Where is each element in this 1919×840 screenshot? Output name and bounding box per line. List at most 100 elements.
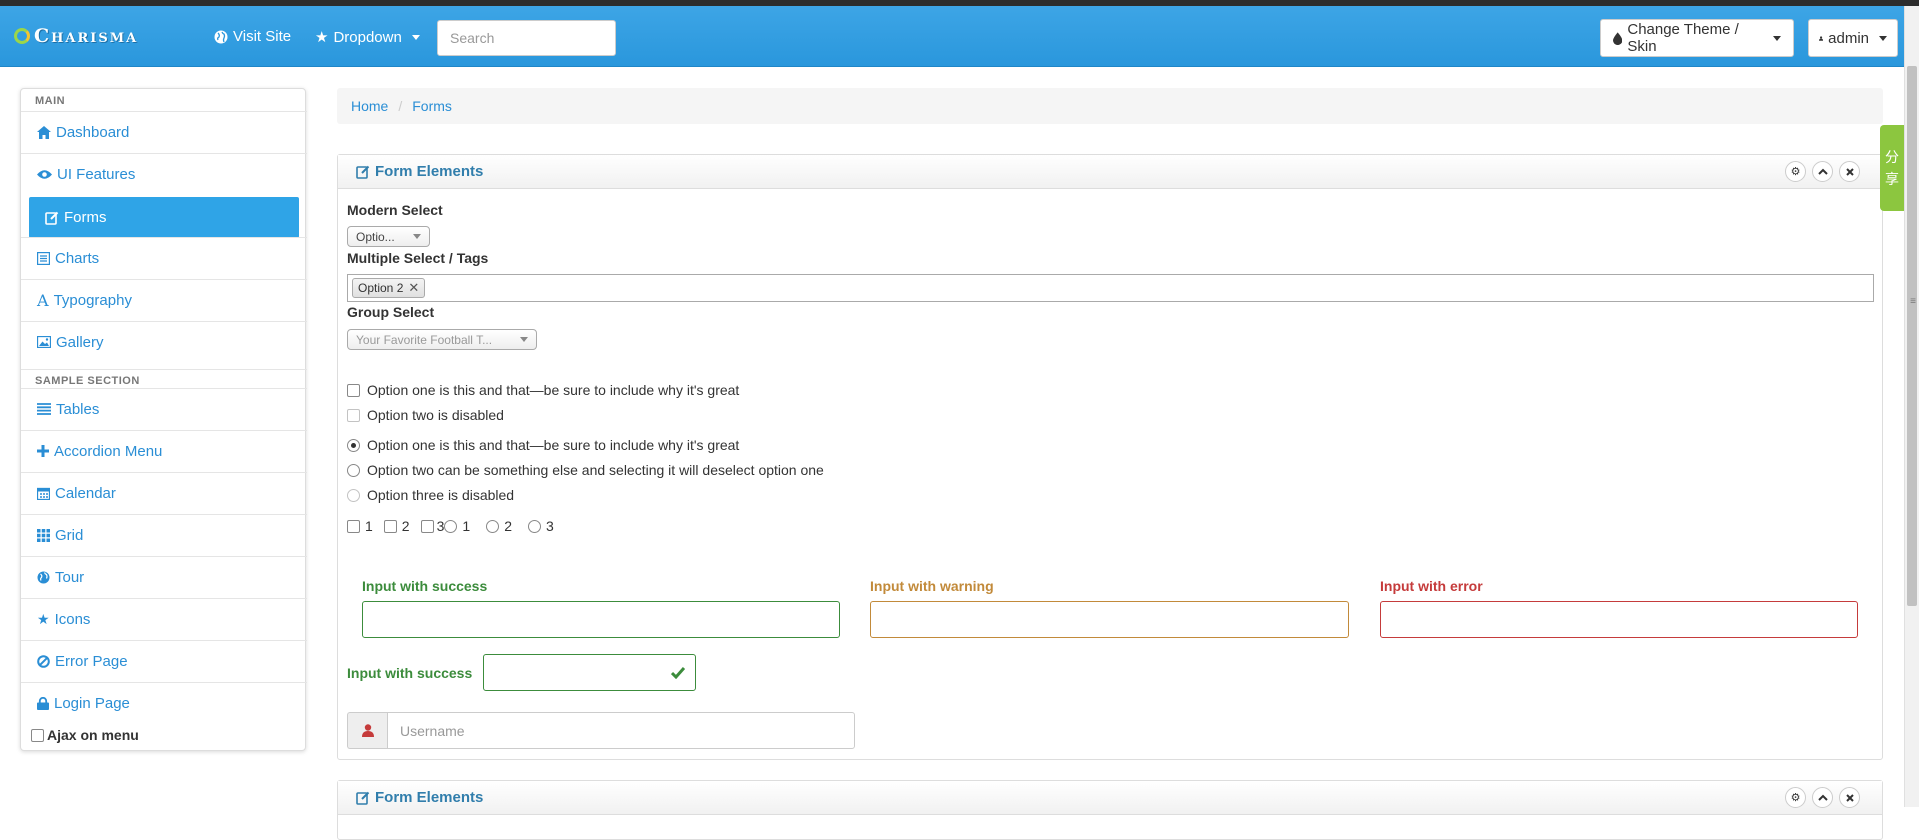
dropdown-label: Dropdown — [333, 28, 402, 46]
inline-radio-label: 2 — [504, 518, 512, 534]
inline-radio-3[interactable] — [527, 519, 541, 533]
scrollbar-thumb[interactable] — [1907, 66, 1917, 606]
edit-icon — [356, 791, 370, 805]
ajax-menu-label: Ajax on menu — [47, 727, 139, 743]
plus-icon — [37, 445, 49, 457]
sidebar-item-label: Accordion Menu — [54, 442, 163, 460]
radio-option-one[interactable]: Option one is this and that—be sure to i… — [347, 437, 739, 453]
sidebar-item-dashboard[interactable]: Dashboard — [21, 111, 307, 152]
error-label: Input with error — [1380, 578, 1483, 594]
sidebar-item-gallery[interactable]: Gallery — [21, 321, 307, 362]
inline-radio-1[interactable] — [444, 519, 458, 533]
inline-checkbox-3[interactable] — [420, 519, 434, 533]
select-arrow-icon — [520, 337, 528, 342]
visit-site-link[interactable]: Visit Site — [214, 28, 291, 45]
sidebar-item-tables[interactable]: Tables — [21, 388, 307, 429]
inline-radio-2[interactable] — [486, 519, 500, 533]
form-elements-box-2: Form Elements ⚙ — [337, 780, 1883, 840]
radio-option-two[interactable]: Option two can be something else and sel… — [347, 462, 824, 478]
select-arrow-icon — [413, 234, 421, 239]
sidebar-main-header: MAIN — [35, 95, 66, 107]
sidebar-item-calendar[interactable]: Calendar — [21, 472, 307, 513]
dropdown-menu[interactable]: ★ Dropdown — [315, 28, 420, 46]
close-icon[interactable] — [1839, 161, 1860, 182]
sidebar-item-grid[interactable]: Grid — [21, 514, 307, 555]
success-input[interactable] — [362, 601, 840, 638]
sidebar-item-label: Charts — [55, 249, 100, 267]
form-elements-header: Form Elements — [338, 155, 1882, 189]
radio[interactable] — [347, 463, 360, 477]
checkbox-option-one[interactable]: Option one is this and that—be sure to i… — [347, 382, 739, 398]
globe-icon — [37, 571, 50, 583]
settings-cog-icon[interactable]: ⚙ — [1785, 161, 1806, 182]
share-tab[interactable]: 分 享 — [1880, 125, 1904, 211]
inline-radio-label: 3 — [545, 518, 554, 534]
inline-checkbox-2[interactable] — [383, 519, 397, 533]
radio-option-three: Option three is disabled — [347, 487, 514, 503]
sidebar-item-login-page[interactable]: Login Page — [21, 682, 307, 723]
sidebar-item-typography[interactable]: A Typography — [21, 279, 307, 320]
radio-selected[interactable] — [347, 438, 360, 452]
search-input[interactable] — [437, 20, 616, 56]
check-icon — [671, 667, 685, 679]
sidebar-item-label: UI Features — [57, 165, 136, 183]
multi-select-label: Multiple Select / Tags — [347, 250, 489, 266]
sidebar-item-label: Dashboard — [56, 123, 130, 141]
success-inline-label: Input with success — [347, 665, 473, 681]
breadcrumb-separator: / — [398, 98, 403, 114]
user-menu-button[interactable]: admin — [1808, 19, 1898, 57]
tag-chip: Option 2 ✕ — [352, 278, 426, 298]
sidebar-item-forms[interactable]: Forms — [29, 197, 299, 238]
breadcrumb-home-link[interactable]: Home — [351, 98, 388, 114]
breadcrumb-forms-link[interactable]: Forms — [412, 98, 452, 114]
page-scrollbar[interactable]: ≡ — [1904, 6, 1919, 807]
warning-input[interactable] — [870, 601, 1349, 638]
sidebar-item-tour[interactable]: Tour — [21, 556, 307, 597]
change-theme-button[interactable]: Change Theme / Skin — [1600, 19, 1794, 57]
sidebar-item-charts[interactable]: Charts — [21, 237, 307, 278]
group-select-label: Group Select — [347, 304, 435, 320]
group-select[interactable]: Your Favorite Football T... — [347, 329, 537, 350]
modern-select[interactable]: Optio... — [347, 226, 430, 247]
checkbox[interactable] — [347, 383, 360, 397]
ajax-menu-toggle[interactable]: Ajax on menu — [31, 727, 139, 743]
error-input[interactable] — [1380, 601, 1858, 638]
sidebar-item-error-page[interactable]: Error Page — [21, 640, 307, 681]
user-icon — [1819, 35, 1824, 41]
user-menu-label: admin — [1828, 29, 1869, 47]
username-addon — [347, 712, 387, 749]
ajax-menu-checkbox[interactable] — [31, 728, 44, 742]
brand-name: Charisma — [34, 25, 139, 47]
tag-remove-icon[interactable]: ✕ — [408, 280, 419, 296]
caret-down-icon — [1773, 35, 1781, 41]
sidebar-item-label: Forms — [64, 209, 107, 226]
close-icon[interactable] — [1839, 787, 1860, 808]
home-icon — [37, 125, 51, 139]
picture-icon — [37, 336, 51, 348]
star-icon: ★ — [315, 29, 329, 46]
chevron-up-icon[interactable] — [1812, 787, 1833, 808]
box-controls: ⚙ — [1785, 161, 1860, 182]
checkbox-disabled — [347, 408, 360, 422]
user-icon — [361, 724, 374, 737]
multi-select-tags[interactable]: Option 2 ✕ — [347, 274, 1874, 302]
brand[interactable]: Charisma — [14, 25, 138, 47]
username-input-group — [347, 712, 855, 749]
share-tab-char: 享 — [1885, 171, 1899, 187]
sidebar-item-icons[interactable]: ★ Icons — [21, 598, 307, 639]
sidebar-item-ui-features[interactable]: UI Features — [21, 153, 307, 194]
sidebar-item-label: Tables — [56, 400, 100, 418]
inline-checkbox-label: 3 — [436, 518, 445, 534]
settings-cog-icon[interactable]: ⚙ — [1785, 787, 1806, 808]
star-icon: ★ — [37, 610, 50, 627]
navbar: Charisma Visit Site ★ Dropdown Change Th… — [0, 6, 1919, 67]
success-feedback-input[interactable] — [483, 654, 696, 691]
inline-radio-label: 1 — [462, 518, 471, 534]
scrollbar-grip-icon: ≡ — [1910, 296, 1916, 307]
chevron-up-icon[interactable] — [1812, 161, 1833, 182]
inline-checkbox-1[interactable] — [347, 519, 360, 533]
calendar-icon — [37, 487, 50, 500]
sidebar-item-accordion-menu[interactable]: Accordion Menu — [21, 430, 307, 471]
username-input[interactable] — [387, 712, 855, 749]
edit-icon — [356, 165, 370, 179]
